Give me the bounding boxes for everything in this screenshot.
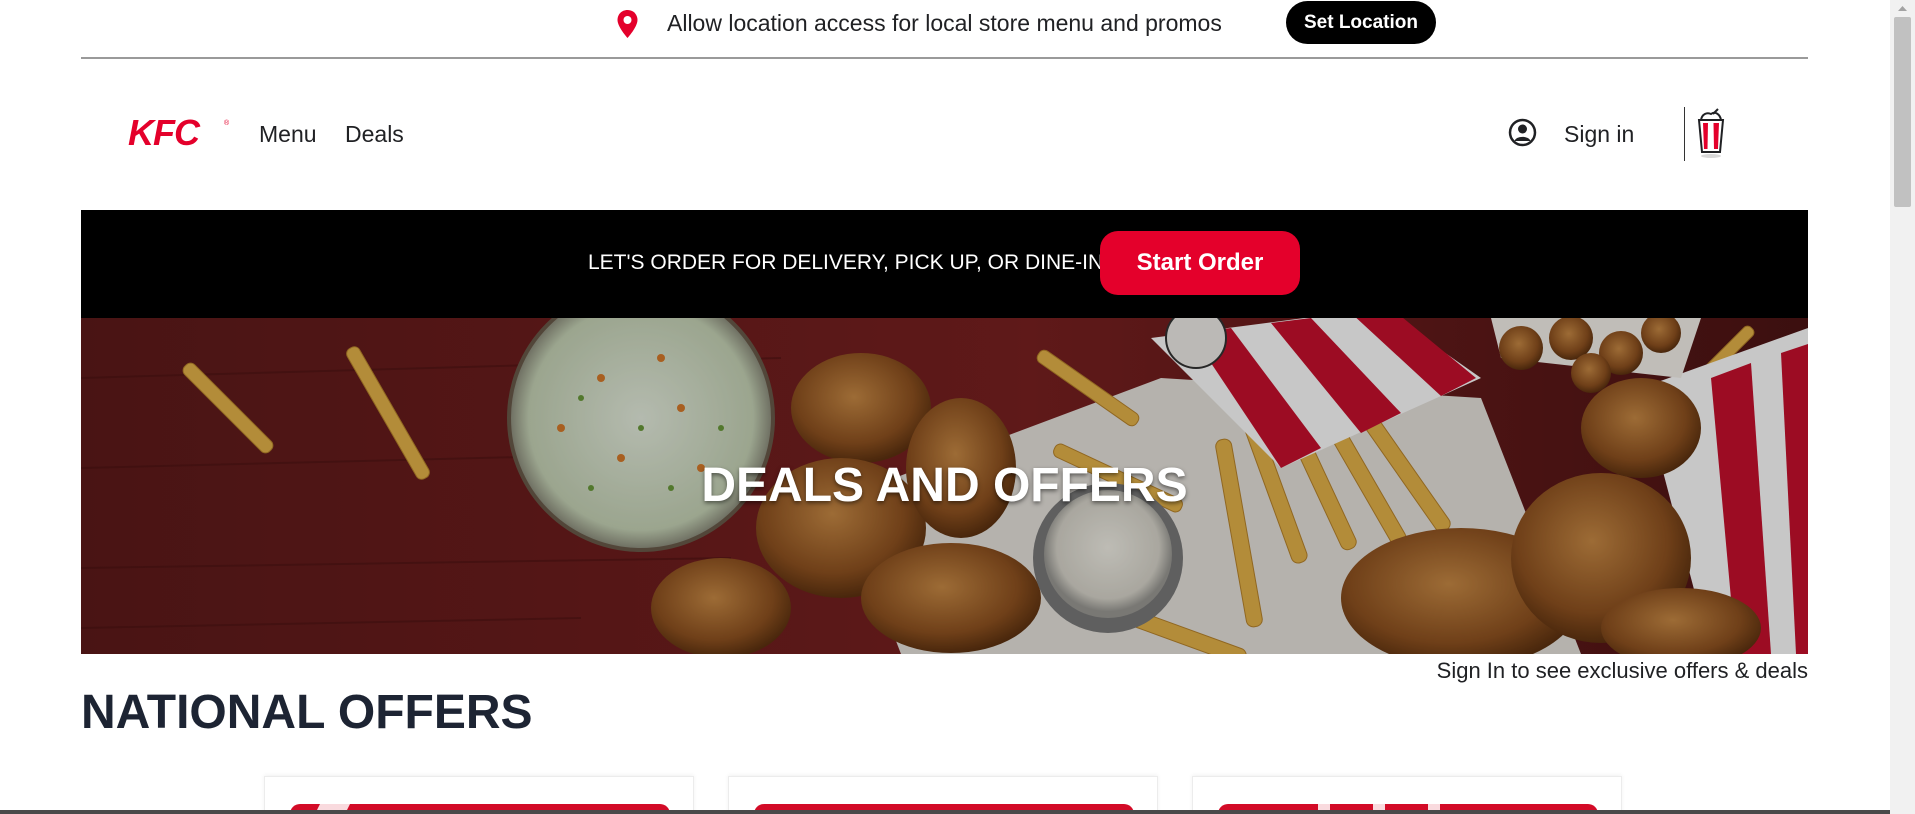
page-scrollbar[interactable]: [1890, 0, 1915, 814]
section-title: NATIONAL OFFERS: [81, 686, 533, 739]
nav-deals-link[interactable]: Deals: [345, 119, 404, 149]
scrollbar-thumb[interactable]: [1894, 17, 1911, 207]
offer-card[interactable]: [264, 776, 694, 814]
map-pin-icon: [617, 10, 638, 38]
kfc-logo[interactable]: KFC ®: [128, 115, 232, 151]
exclusive-offers-signin-link[interactable]: Sign In to see exclusive offers & deals: [1437, 657, 1808, 685]
order-bar: LET'S ORDER FOR DELIVERY, PICK UP, OR DI…: [81, 210, 1808, 318]
hero-title: DEALS AND OFFERS: [701, 459, 1188, 512]
hero-banner: DEALS AND OFFERS: [81, 318, 1808, 654]
order-message: LET'S ORDER FOR DELIVERY, PICK UP, OR DI…: [588, 251, 1104, 274]
set-location-button[interactable]: Set Location: [1286, 1, 1436, 44]
svg-text:®: ®: [224, 119, 230, 127]
location-banner: Allow location access for local store me…: [81, 0, 1808, 59]
offer-card[interactable]: [1192, 776, 1622, 814]
bucket-cart-icon[interactable]: [1691, 108, 1731, 160]
offer-card[interactable]: [728, 776, 1158, 814]
location-message: Allow location access for local store me…: [667, 10, 1222, 36]
scroll-up-arrow-icon[interactable]: [1890, 0, 1915, 17]
start-order-button[interactable]: Start Order: [1100, 231, 1300, 295]
nav-menu-link[interactable]: Menu: [259, 119, 317, 149]
header-divider: [1684, 107, 1685, 161]
sign-in-link[interactable]: Sign in: [1564, 119, 1634, 149]
svg-text:KFC: KFC: [128, 115, 201, 151]
window-bottom-edge: [0, 810, 1890, 814]
account-circle-icon[interactable]: [1508, 118, 1537, 147]
